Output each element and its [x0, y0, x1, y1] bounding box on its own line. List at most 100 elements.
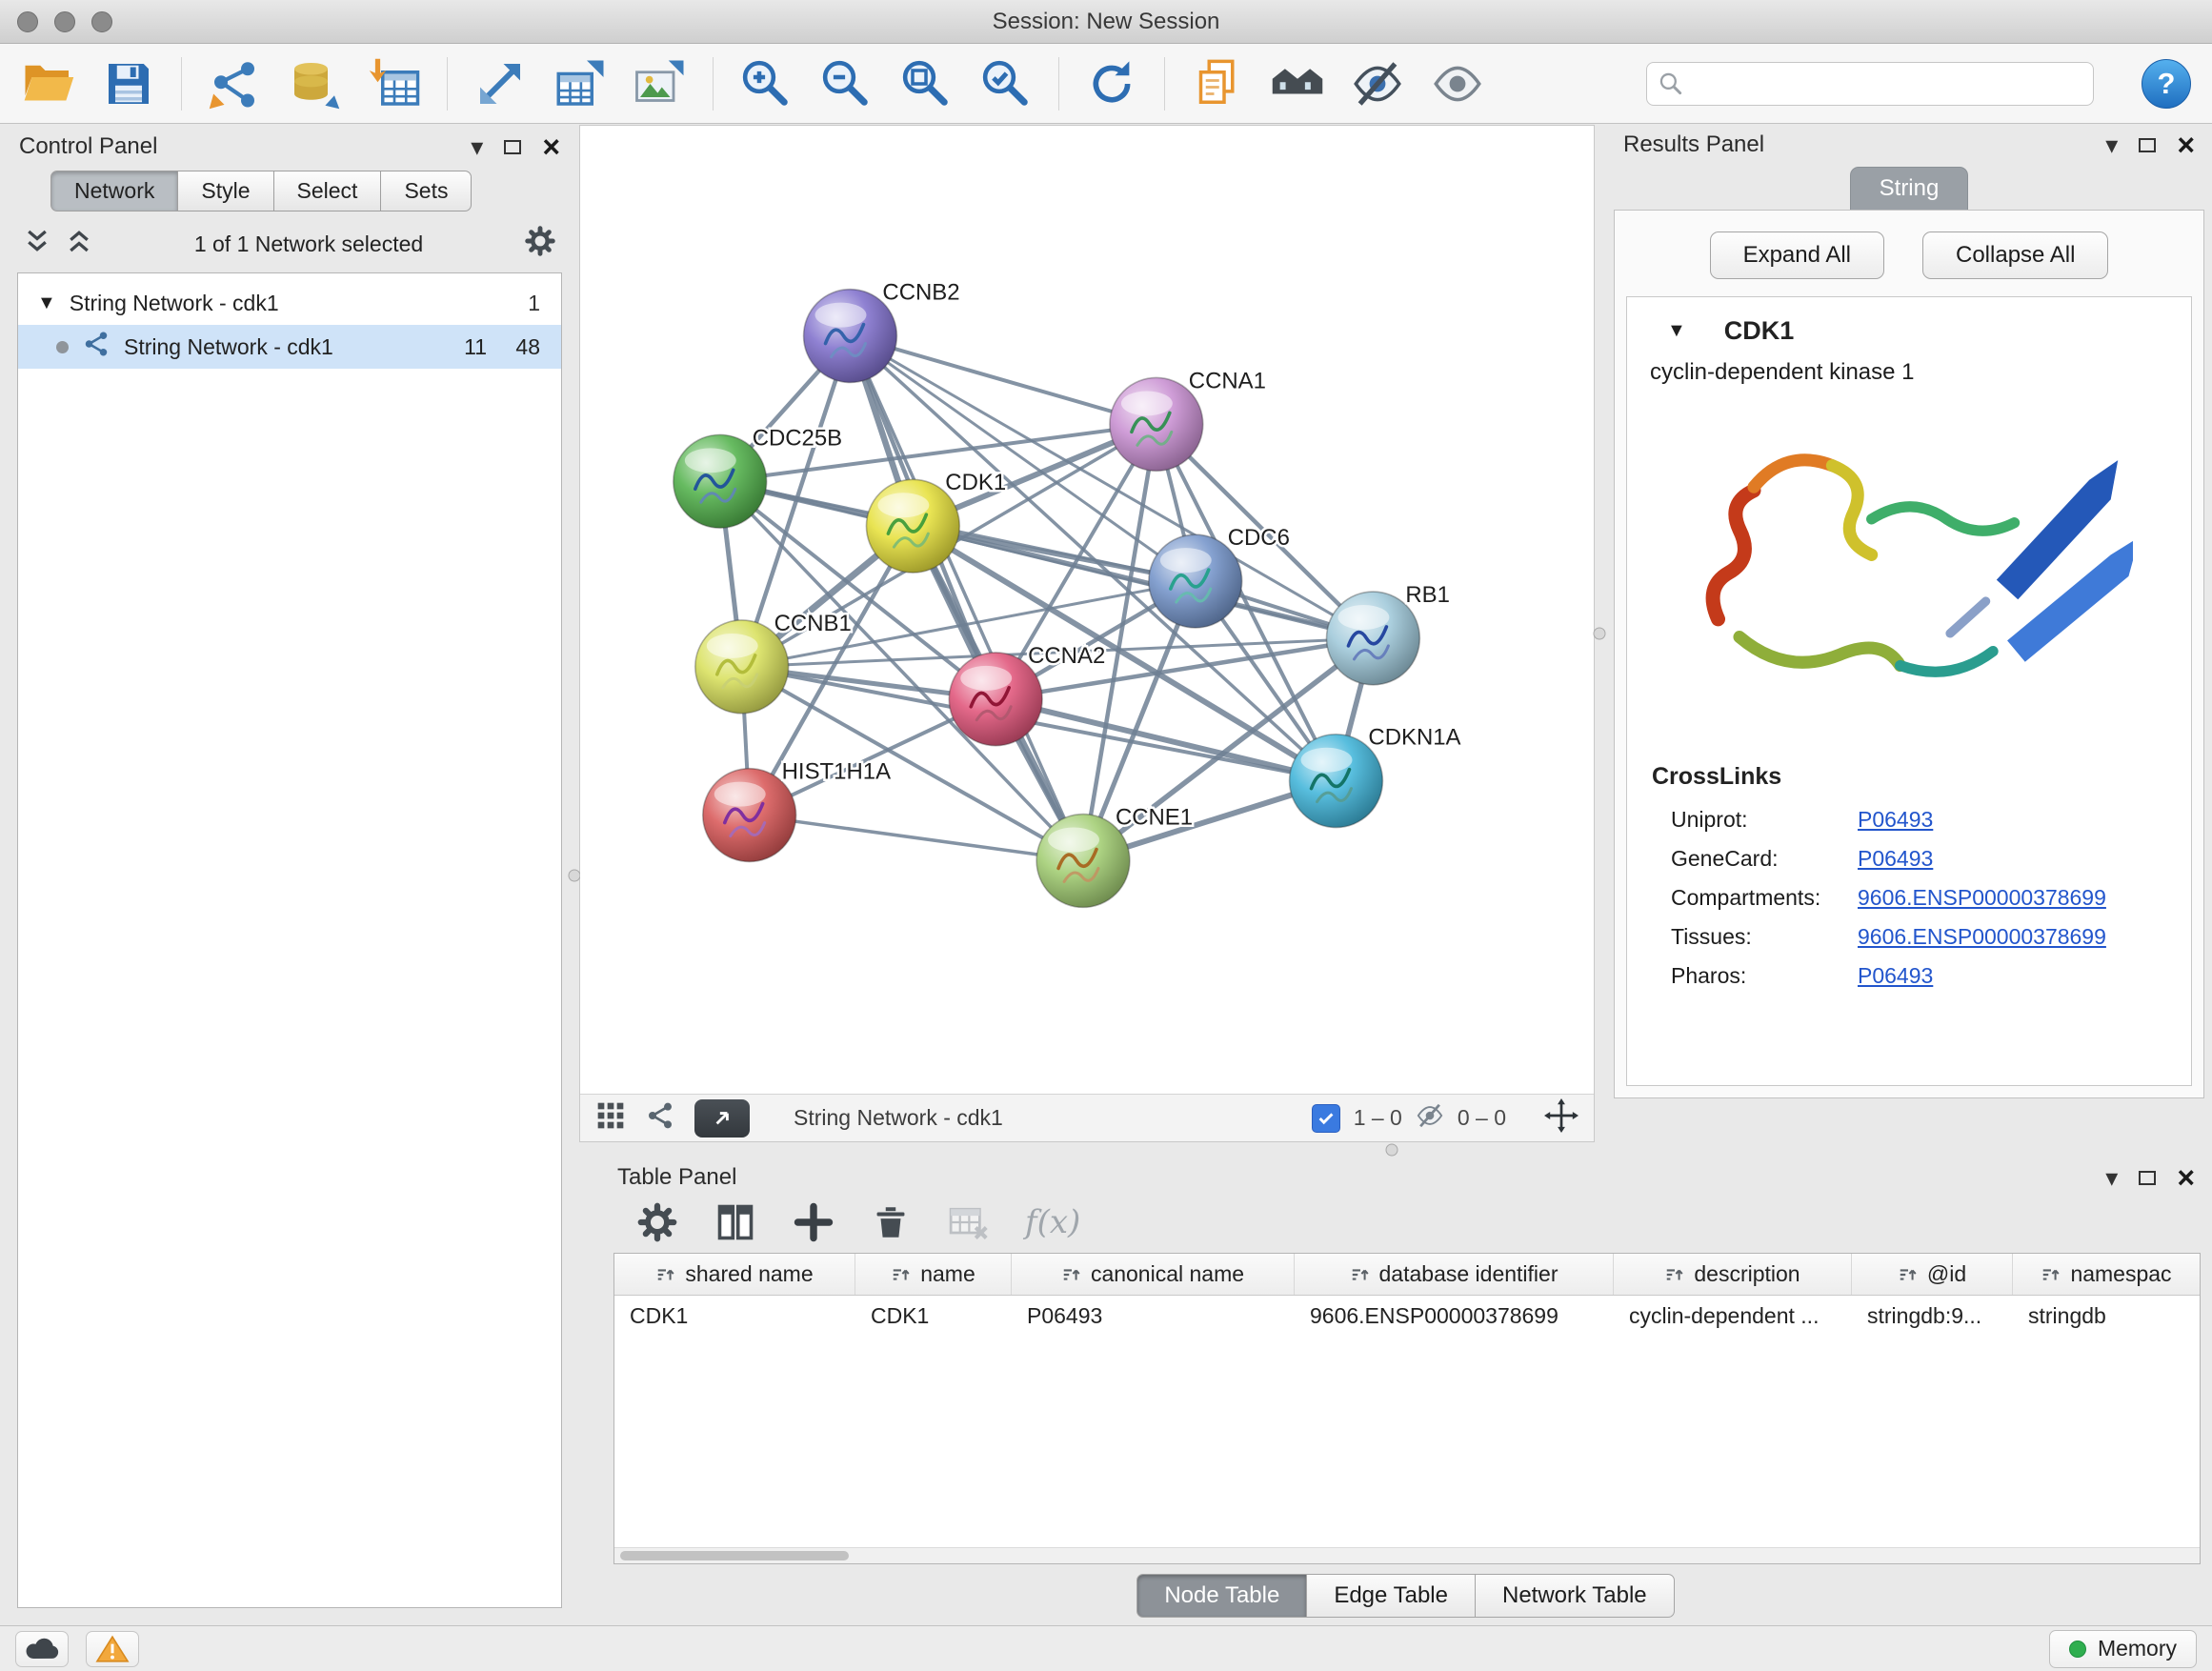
delete-column-icon[interactable] — [871, 1202, 911, 1242]
network-share-icon — [82, 330, 111, 364]
import-network-icon[interactable] — [207, 56, 262, 111]
network-collection-row[interactable]: ▼ String Network - cdk1 1 — [18, 281, 561, 325]
column-header[interactable]: canonical name — [1012, 1254, 1295, 1295]
close-window-button[interactable] — [17, 11, 38, 32]
splitter-handle[interactable] — [569, 869, 581, 881]
refresh-icon[interactable] — [1084, 56, 1139, 111]
search-icon — [1658, 70, 1684, 103]
tab-select[interactable]: Select — [273, 171, 382, 211]
collapse-panel-icon[interactable]: ▾ — [2105, 1165, 2118, 1190]
tab-network[interactable]: Network — [50, 171, 178, 211]
column-header[interactable]: shared name — [614, 1254, 855, 1295]
import-database-icon[interactable] — [287, 56, 342, 111]
toolbar-separator — [181, 57, 182, 111]
collapse-panel-icon[interactable]: ▾ — [2105, 132, 2118, 157]
collapse-panel-icon[interactable]: ▾ — [471, 134, 483, 159]
close-panel-icon[interactable]: × — [2177, 1162, 2195, 1193]
tab-network-table[interactable]: Network Table — [1475, 1574, 1675, 1618]
table-toolbar: f(x) — [608, 1198, 2204, 1253]
column-header[interactable]: name — [855, 1254, 1012, 1295]
expand-all-button[interactable]: Expand All — [1710, 232, 1884, 279]
add-column-icon[interactable] — [793, 1201, 835, 1243]
tissues-link[interactable]: 9606.ENSP00000378699 — [1858, 924, 2106, 950]
open-session-icon[interactable] — [21, 56, 76, 111]
crosslink-row: Pharos: P06493 — [1627, 956, 2191, 996]
export-network-icon[interactable] — [473, 56, 528, 111]
tab-node-table[interactable]: Node Table — [1136, 1574, 1307, 1618]
zoom-window-button[interactable] — [91, 11, 112, 32]
splitter-handle[interactable] — [1386, 1144, 1398, 1157]
compartments-link[interactable]: 9606.ENSP00000378699 — [1858, 885, 2106, 911]
collapse-all-button[interactable]: Collapse All — [1922, 232, 2108, 279]
close-panel-icon[interactable]: × — [2177, 130, 2195, 160]
search-input[interactable] — [1646, 62, 2094, 106]
crosslink-row: Compartments: 9606.ENSP00000378699 — [1627, 878, 2191, 917]
vertical-splitter[interactable] — [1595, 125, 1604, 1142]
float-panel-icon[interactable] — [504, 140, 521, 154]
network-canvas[interactable]: CCNB2CCNA1CDC25BCDK1CDC6RB1CCNB1CCNA2CDK… — [580, 126, 1594, 1094]
warning-button[interactable] — [86, 1631, 139, 1667]
crosslink-row: GeneCard: P06493 — [1627, 839, 2191, 878]
close-panel-icon[interactable]: × — [542, 131, 560, 162]
svg-text:CCNE1: CCNE1 — [1116, 805, 1193, 831]
float-panel-icon[interactable] — [2139, 138, 2156, 152]
share-view-icon[interactable] — [645, 1100, 675, 1137]
show-all-icon[interactable] — [1430, 56, 1485, 111]
horizontal-splitter[interactable] — [579, 1142, 2204, 1158]
tab-string[interactable]: String — [1850, 167, 1969, 210]
zoom-out-icon[interactable] — [818, 56, 874, 111]
uniprot-link[interactable]: P06493 — [1858, 807, 1933, 833]
tab-style[interactable]: Style — [177, 171, 273, 211]
vertical-splitter[interactable] — [570, 125, 579, 1625]
network-node-count: 11 — [433, 334, 487, 360]
entry-disclosure-icon[interactable]: ▼ — [1667, 320, 1686, 342]
home-icon[interactable] — [1270, 56, 1325, 111]
network-row-selected[interactable]: String Network - cdk1 11 48 — [18, 325, 561, 369]
memory-button[interactable]: Memory — [2049, 1630, 2197, 1668]
scrollbar-thumb[interactable] — [620, 1551, 849, 1560]
control-panel-title: Control Panel — [19, 133, 157, 160]
save-session-icon[interactable] — [101, 56, 156, 111]
collapse-all-networks-icon[interactable] — [65, 227, 93, 261]
copy-document-icon[interactable] — [1190, 56, 1245, 111]
import-table-icon[interactable] — [367, 56, 422, 111]
hide-selected-icon[interactable] — [1350, 56, 1405, 111]
birds-eye-view-button[interactable] — [694, 1099, 750, 1137]
tab-edge-table[interactable]: Edge Table — [1306, 1574, 1476, 1618]
protein-structure-image — [1627, 405, 2191, 744]
zoom-in-icon[interactable] — [738, 56, 794, 111]
cloud-status-button[interactable] — [15, 1631, 69, 1667]
zoom-fit-icon[interactable] — [898, 56, 954, 111]
pan-navigation-icon[interactable] — [1544, 1098, 1579, 1138]
disclosure-triangle-icon[interactable]: ▼ — [37, 292, 56, 314]
pharos-link[interactable]: P06493 — [1858, 963, 1933, 989]
selected-nodes-checkbox[interactable] — [1312, 1104, 1340, 1133]
column-header[interactable]: namespac — [2013, 1254, 2200, 1295]
title-bar: Session: New Session — [0, 0, 2212, 44]
help-button[interactable]: ? — [2142, 59, 2191, 109]
tab-sets[interactable]: Sets — [380, 171, 472, 211]
column-header[interactable]: database identifier — [1295, 1254, 1614, 1295]
protein-name: CDK1 — [1724, 316, 1795, 346]
selected-counts: 1 – 0 — [1354, 1105, 1402, 1131]
float-panel-icon[interactable] — [2139, 1171, 2156, 1185]
toolbar-separator — [713, 57, 714, 111]
genecard-link[interactable]: P06493 — [1858, 846, 1933, 872]
hidden-eye-icon[interactable] — [1416, 1101, 1444, 1136]
network-graph[interactable]: CCNB2CCNA1CDC25BCDK1CDC6RB1CCNB1CCNA2CDK… — [580, 126, 1594, 1094]
export-image-icon[interactable] — [633, 56, 688, 111]
grid-icon[interactable] — [595, 1100, 626, 1137]
column-header[interactable]: description — [1614, 1254, 1852, 1295]
zoom-selected-icon[interactable] — [978, 56, 1034, 111]
network-options-gear-icon[interactable] — [524, 225, 556, 263]
column-header[interactable]: @id — [1852, 1254, 2013, 1295]
export-table-icon[interactable] — [553, 56, 608, 111]
expand-all-networks-icon[interactable] — [23, 227, 51, 261]
select-columns-icon[interactable] — [714, 1201, 756, 1243]
splitter-handle[interactable] — [1594, 628, 1606, 640]
table-settings-gear-icon[interactable] — [636, 1201, 678, 1243]
minimize-window-button[interactable] — [54, 11, 75, 32]
table-row[interactable]: CDK1 CDK1 P06493 9606.ENSP00000378699 cy… — [614, 1296, 2200, 1336]
results-panel-title: Results Panel — [1623, 131, 1764, 158]
horizontal-scrollbar[interactable] — [614, 1547, 2200, 1563]
